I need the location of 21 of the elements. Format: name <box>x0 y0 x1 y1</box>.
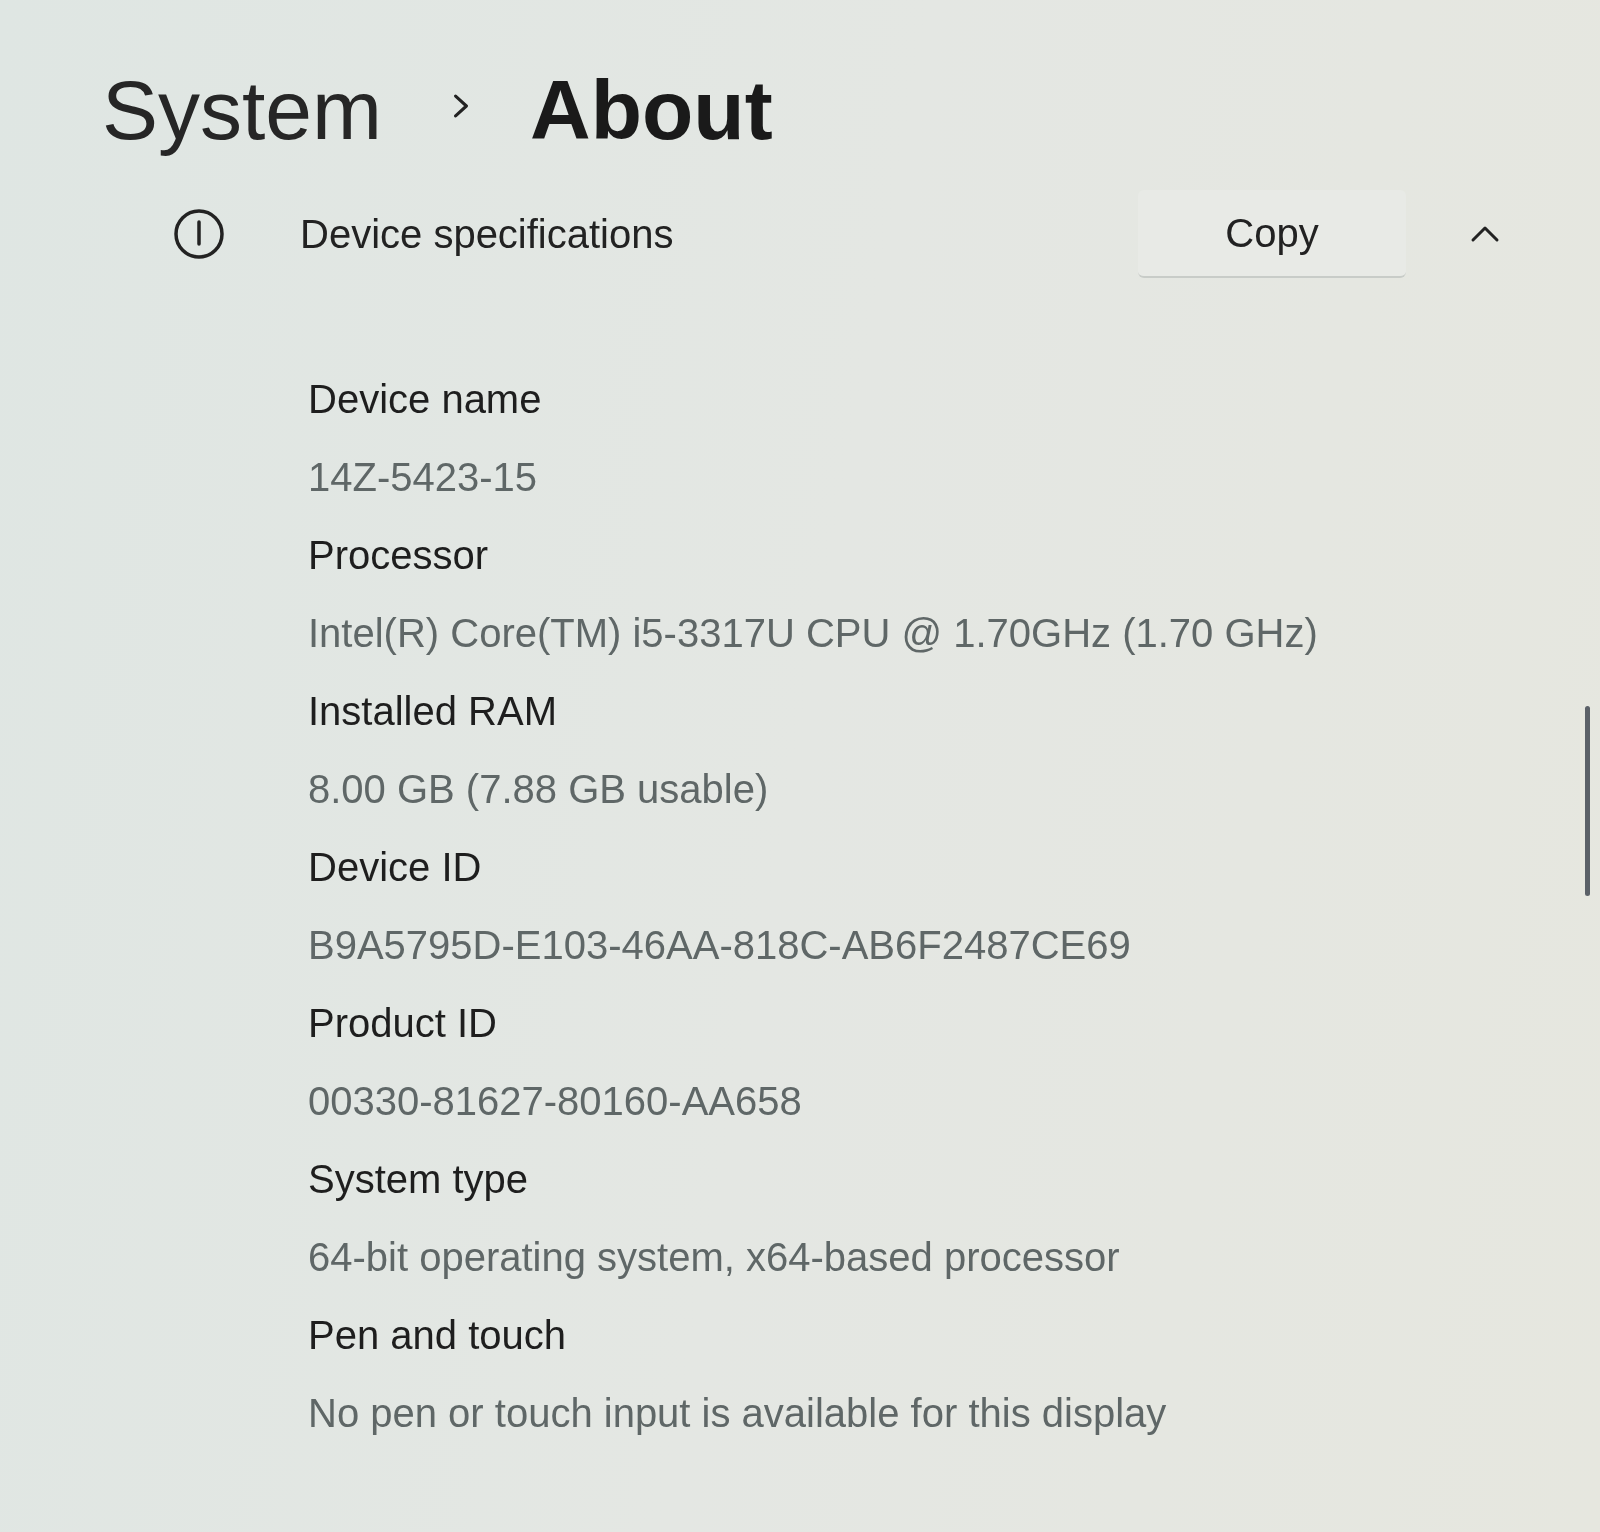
spec-label: Installed RAM <box>308 688 557 734</box>
section-title: Device specifications <box>300 211 674 257</box>
breadcrumb-parent[interactable]: System <box>102 60 383 160</box>
spec-value: 00330-81627-80160-AA658 <box>308 1078 802 1124</box>
spec-label: Pen and touch <box>308 1312 566 1358</box>
spec-value: B9A5795D-E103-46AA-818C-AB6F2487CE69 <box>308 922 1131 968</box>
spec-label: Product ID <box>308 1000 497 1046</box>
caret-up-icon[interactable] <box>1470 225 1500 243</box>
spec-value: 8.00 GB (7.88 GB usable) <box>308 766 769 812</box>
spec-label: Device ID <box>308 844 482 890</box>
spec-value: No pen or touch input is available for this display <box>308 1390 1167 1436</box>
spec-value: 64-bit operating system, x64-based processor <box>308 1234 1120 1280</box>
spec-label: System type <box>308 1156 529 1202</box>
spec-value: Intel(R) Core(TM) i5-3317U CPU @ 1.70GHz (1.70 GHz) <box>308 610 1318 656</box>
page-title: About <box>530 62 773 159</box>
scrollbar-thumb[interactable] <box>1585 706 1590 896</box>
copy-button[interactable]: Copy <box>1138 190 1406 278</box>
spec-value: 14Z-5423-15 <box>308 454 538 500</box>
spec-label: Device name <box>308 376 542 422</box>
chevron-right-icon <box>452 94 471 118</box>
spec-label: Processor <box>308 532 489 578</box>
